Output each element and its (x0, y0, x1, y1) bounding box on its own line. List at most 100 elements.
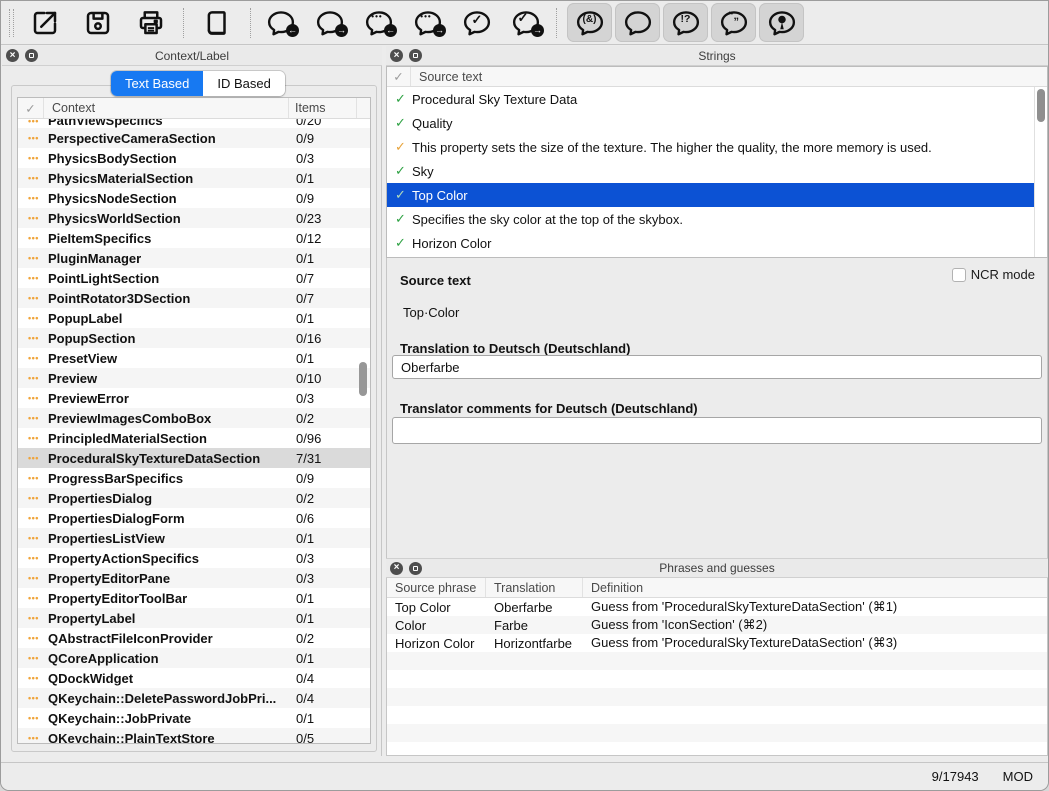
context-row[interactable]: ••• QDockWidget 0/4 (18, 668, 370, 688)
unfinished-icon: ••• (18, 351, 48, 365)
next-button[interactable]: •••→ (410, 4, 446, 42)
unfinished-icon: ••• (18, 711, 48, 725)
context-row[interactable]: ••• QKeychain::PlainTextStore 0/5 (18, 728, 370, 744)
context-row[interactable]: ••• PieItemSpecifics 0/12 (18, 228, 370, 248)
open-file-button[interactable] (27, 4, 63, 42)
context-row[interactable]: ••• Preview 0/10 (18, 368, 370, 388)
context-row[interactable]: ••• PropertyEditorPane 0/3 (18, 568, 370, 588)
string-row[interactable]: ✓ Quality (387, 111, 1034, 135)
close-icon[interactable] (390, 49, 403, 62)
unfinished-icon: ••• (18, 171, 48, 185)
context-items-count: 0/1 (288, 171, 370, 186)
context-row[interactable]: ••• PhysicsMaterialSection 0/1 (18, 168, 370, 188)
context-row[interactable]: ••• ProgressBarSpecifics 0/9 (18, 468, 370, 488)
context-items-count: 0/5 (288, 731, 370, 745)
toggle-place-markers-button[interactable] (759, 3, 804, 42)
unfinished-icon: ••• (18, 551, 48, 565)
context-row[interactable]: ••• PropertiesDialog 0/2 (18, 488, 370, 508)
translation-column-header[interactable]: Translation (486, 578, 583, 597)
unfinished-icon: ••• (18, 431, 48, 445)
float-icon[interactable] (25, 49, 38, 62)
phrase-book-button[interactable] (199, 4, 235, 42)
prev-button[interactable]: •••← (361, 4, 397, 42)
context-row[interactable]: ••• PhysicsNodeSection 0/9 (18, 188, 370, 208)
context-row[interactable]: ••• PreviewImagesComboBox 0/2 (18, 408, 370, 428)
context-row[interactable]: ••• PathViewSpecifics 0/20 (18, 119, 370, 128)
toggle-surrounding-whitespace-button[interactable] (615, 3, 660, 42)
context-row[interactable]: ••• PointLightSection 0/7 (18, 268, 370, 288)
context-row[interactable]: ••• PopupSection 0/16 (18, 328, 370, 348)
tab-id-based[interactable]: ID Based (203, 71, 284, 96)
prev-unfinished-icon: ← (266, 8, 296, 38)
status-bar: 9/17943 MOD (1, 762, 1048, 790)
context-row[interactable]: ••• QKeychain::JobPrivate 0/1 (18, 708, 370, 728)
string-row[interactable]: ✓ Horizon Color (387, 231, 1034, 255)
strings-panel: ✓ Source text ✓ Procedural Sky Texture D… (386, 66, 1048, 258)
context-row[interactable]: ••• PropertiesDialogForm 0/6 (18, 508, 370, 528)
print-button[interactable] (133, 4, 169, 42)
context-items-count: 0/7 (288, 291, 370, 306)
context-items-count: 0/9 (288, 131, 370, 146)
context-row[interactable]: ••• PropertyLabel 0/1 (18, 608, 370, 628)
context-row[interactable]: ••• PhysicsWorldSection 0/23 (18, 208, 370, 228)
context-row[interactable]: ••• QKeychain::DeletePasswordJobPri... 0… (18, 688, 370, 708)
context-row[interactable]: ••• PropertyActionSpecifics 0/3 (18, 548, 370, 568)
context-row[interactable]: ••• PresetView 0/1 (18, 348, 370, 368)
context-items-count: 0/16 (288, 331, 370, 346)
items-column-header[interactable]: Items (288, 98, 356, 118)
tab-text-based[interactable]: Text Based (111, 71, 203, 96)
context-row[interactable]: ••• PluginManager 0/1 (18, 248, 370, 268)
check-column-header[interactable]: ✓ (387, 67, 411, 86)
unfinished-icon: ••• (18, 371, 48, 385)
translation-input[interactable] (392, 355, 1042, 379)
context-row[interactable]: ••• PrincipledMaterialSection 0/96 (18, 428, 370, 448)
phrase-row[interactable]: Horizon Color Horizontfarbe Guess from '… (387, 634, 1047, 652)
definition-column-header[interactable]: Definition (583, 581, 1047, 595)
phrase-row[interactable]: Top Color Oberfarbe Guess from 'Procedur… (387, 598, 1047, 616)
translator-comments-input[interactable] (392, 417, 1042, 444)
context-items-count: 0/3 (288, 151, 370, 166)
prev-unfinished-button[interactable]: ← (263, 4, 299, 42)
context-row[interactable]: ••• PopupLabel 0/1 (18, 308, 370, 328)
save-button[interactable] (80, 4, 116, 42)
ncr-mode-checkbox[interactable] (952, 268, 966, 282)
context-row[interactable]: ••• PointRotator3DSection 0/7 (18, 288, 370, 308)
toggle-phrase-matches-button[interactable]: “„ (711, 3, 756, 42)
context-row[interactable]: ••• ProceduralSkyTextureDataSection 7/31 (18, 448, 370, 468)
string-row[interactable]: ✓ Top Color (387, 183, 1034, 207)
source-phrase-column-header[interactable]: Source phrase (387, 578, 486, 597)
done-button[interactable]: ✓ (459, 4, 495, 42)
context-row[interactable]: ••• PreviewError 0/3 (18, 388, 370, 408)
close-icon[interactable] (390, 562, 403, 575)
context-scrollbar-thumb[interactable] (359, 362, 367, 396)
context-items-count: 0/3 (288, 571, 370, 586)
done-and-next-button[interactable]: ✓→ (508, 4, 544, 42)
strings-scrollbar-track[interactable] (1034, 87, 1047, 257)
context-row[interactable]: ••• PhysicsBodySection 0/3 (18, 148, 370, 168)
context-row[interactable]: ••• QCoreApplication 0/1 (18, 648, 370, 668)
next-unfinished-button[interactable]: → (312, 4, 348, 42)
string-row[interactable]: ✓ Specifies the sky color at the top of … (387, 207, 1034, 231)
check-column-header[interactable]: ✓ (18, 98, 44, 118)
context-items-count: 0/1 (288, 311, 370, 326)
string-row[interactable]: ✓ Sky (387, 159, 1034, 183)
context-row[interactable]: ••• QAbstractFileIconProvider 0/2 (18, 628, 370, 648)
qt-linguist-window: ← → •••← •••→ ✓ ✓→ (&) !? “„ (0, 0, 1049, 791)
float-icon[interactable] (409, 49, 422, 62)
source-text-column-header[interactable]: Source text (411, 70, 482, 84)
float-icon[interactable] (409, 562, 422, 575)
context-column-header[interactable]: Context (44, 98, 288, 118)
toggle-ending-punctuation-button[interactable]: !? (663, 3, 708, 42)
toggle-accelerators-button[interactable]: (&) (567, 3, 612, 42)
context-row[interactable]: ••• PropertyEditorToolBar 0/1 (18, 588, 370, 608)
context-items-count: 0/7 (288, 271, 370, 286)
toolbar-drag-handle[interactable] (9, 9, 14, 37)
close-icon[interactable] (6, 49, 19, 62)
context-row[interactable]: ••• PropertiesListView 0/1 (18, 528, 370, 548)
context-row[interactable]: ••• PerspectiveCameraSection 0/9 (18, 128, 370, 148)
phrase-row[interactable]: Color Farbe Guess from 'IconSection' (⌘2… (387, 616, 1047, 634)
strings-scrollbar-thumb[interactable] (1037, 89, 1045, 122)
string-row[interactable]: ✓ This property sets the size of the tex… (387, 135, 1034, 159)
phrase-translation: Farbe (486, 618, 583, 633)
string-row[interactable]: ✓ Procedural Sky Texture Data (387, 87, 1034, 111)
